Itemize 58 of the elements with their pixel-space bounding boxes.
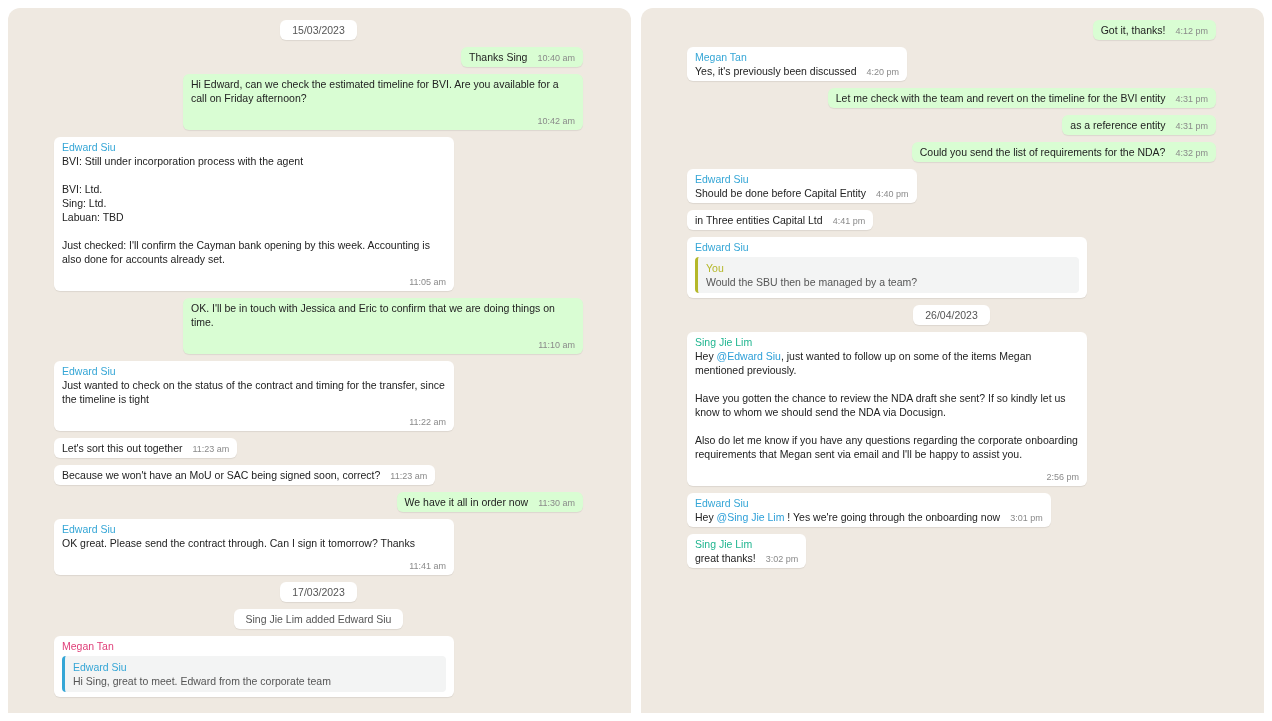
message-time: 10:42 am (537, 115, 575, 127)
sender-name: Edward Siu (62, 364, 117, 378)
message-time: 10:40 am (537, 52, 575, 64)
sender-name: Megan Tan (695, 50, 748, 64)
message-text: Let me check with the team and revert on the timeline for the BVI entity (835, 91, 1166, 105)
date-divider: 17/03/2023 (280, 582, 357, 602)
message-time: 4:31 pm (1175, 120, 1208, 132)
message-time: 3:02 pm (765, 553, 799, 565)
message-time: 4:40 pm (876, 188, 909, 200)
message-time: 4:32 pm (1175, 147, 1208, 159)
sender-name: Edward Siu (695, 172, 750, 186)
message-text: great thanks! (695, 551, 756, 565)
message-time: 11:23 am (390, 470, 428, 482)
date-divider: 26/04/2023 (913, 305, 990, 325)
message-text: Could you send the list of requirements for the NDA? (919, 145, 1166, 159)
message-time: 4:31 pm (1175, 93, 1208, 105)
date-divider: Sing Jie Lim added Edward Siu (233, 609, 404, 629)
message-text: BVI: Still under incorporation process with the agent BVI: Ltd. Sing: Ltd. Labuan: TBD Just checked: I'll confirm the Cayman bank opening by this week. Accounting is also done for accounts already set. (62, 154, 431, 266)
sender-name: Edward Siu (695, 240, 750, 254)
message-text: Yes, it's previously been discussed (695, 64, 857, 78)
quote-text: Hi Sing, great to meet. Edward from the corporate team (73, 674, 332, 688)
sender-name: Sing Jie Lim (695, 335, 754, 349)
message-time: 3:01 pm (1010, 512, 1043, 524)
mention-link[interactable]: @Edward Siu (716, 350, 781, 362)
quote-sender: Edward Siu (73, 660, 128, 674)
message-text: Thanks Sing (469, 50, 528, 64)
sender-name: Edward Siu (62, 140, 117, 154)
message-text: in Three entities Capital Ltd (695, 213, 823, 227)
sender-name: Megan Tan (62, 639, 115, 653)
message-text: Hey @Edward Siu, just wanted to follow up on some of the items Megan mentioned previously. Have you gotten the chance to review the NDA draft she sent? If so kindly let us know to whom we should send the NDA via Docusign. Also do let me know if you have any questions regarding the corporate onboarding requirements that Megan sent via email and I'll be happy to assist you. (695, 349, 1079, 461)
message-text: Let's sort this out together (62, 441, 183, 455)
message-text: We have it all in order now (404, 495, 529, 509)
message-text: Just wanted to check on the status of the contract and timing for the transfer, since the timeline is tight (62, 378, 446, 406)
quote-sender: You (706, 261, 725, 275)
mention-link[interactable]: @Sing Jie Lim (716, 511, 785, 523)
message-text: as a reference entity (1070, 118, 1166, 132)
sender-name: Edward Siu (62, 522, 117, 536)
message-text: Because we won't have an MoU or SAC being signed soon, correct? (62, 468, 381, 482)
message-text: Hey @Sing Jie Lim ! Yes we're going through the onboarding now (695, 510, 1001, 524)
message-text: Hi Edward, can we check the estimated timeline for BVI. Are you available for a call on Friday afternoon? (191, 77, 560, 105)
message-time: 11:05 am (409, 276, 446, 288)
date-divider: 15/03/2023 (280, 20, 357, 40)
message-time: 11:41 am (409, 560, 446, 572)
message-time: 4:20 pm (866, 66, 900, 78)
message-time: 2:56 pm (1046, 471, 1079, 483)
message-time: 4:12 pm (1175, 25, 1208, 37)
sender-name: Edward Siu (695, 496, 750, 510)
message-text: Should be done before Capital Entity (695, 186, 867, 200)
message-text: OK. I'll be in touch with Jessica and Eric to confirm that we are doing things on time. (191, 301, 556, 329)
message-text: Got it, thanks! (1100, 23, 1166, 37)
message-time: 11:23 am (192, 443, 230, 455)
quote-text: Would the SBU then be managed by a team? (706, 275, 919, 289)
sender-name: Sing Jie Lim (695, 537, 754, 551)
message-time: 11:10 am (538, 339, 575, 351)
message-time: 11:30 am (538, 497, 575, 509)
message-text: OK great. Please send the contract through. Can I sign it tomorrow? Thanks (62, 536, 416, 550)
message-time: 4:41 pm (832, 215, 866, 227)
message-time: 11:22 am (409, 416, 446, 428)
